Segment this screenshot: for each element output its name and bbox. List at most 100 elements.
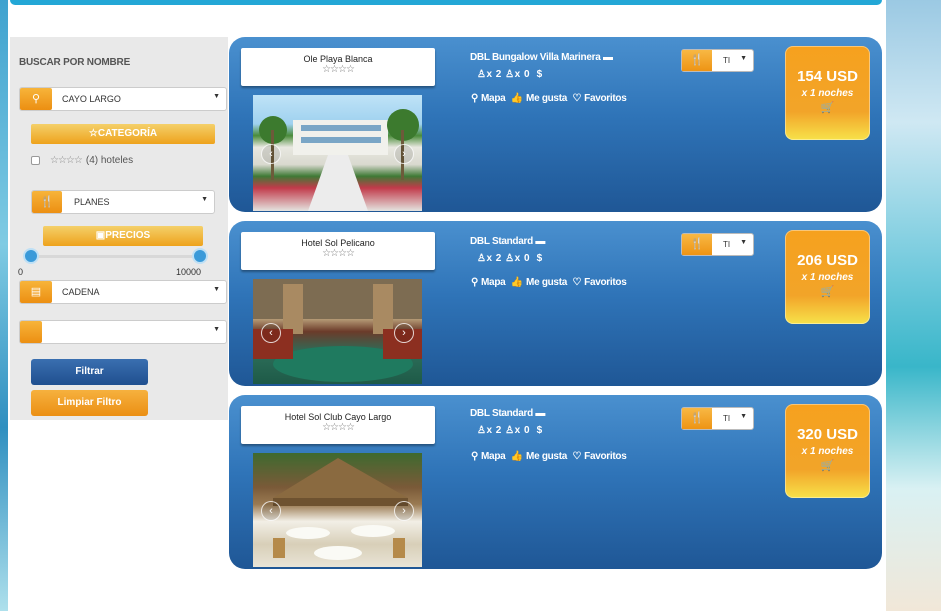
meal-plan-select[interactable]: 🍴 TI ▼: [681, 49, 754, 72]
prices-label: PRECIOS: [105, 230, 151, 241]
plans-select[interactable]: 🍴 PLANES ▼: [31, 190, 215, 214]
price-amount: 206 USD: [797, 252, 858, 269]
hotel-name-box: Hotel Sol Club Cayo Largo ☆☆☆☆: [241, 406, 435, 444]
hotel-links: ⚲ Mapa 👍 Me gusta ♡ Favoritos: [471, 277, 629, 288]
price-slider-max-handle[interactable]: [192, 248, 208, 264]
room-type-label: DBL Standard: [470, 408, 533, 419]
hotel-stars: ☆☆☆☆: [322, 422, 355, 433]
room-type[interactable]: DBL Bungalow Villa Marinera ▬: [470, 52, 613, 63]
map-marker-icon: ⚲: [471, 93, 479, 104]
chevron-down-icon: ▼: [213, 326, 220, 333]
currency-symbol: $: [536, 425, 543, 436]
extra-select[interactable]: ▼: [19, 320, 227, 344]
building-icon: ▤: [20, 281, 52, 303]
child-icon: ♙: [505, 253, 515, 264]
meal-plan-select[interactable]: 🍴 TI ▼: [681, 233, 754, 256]
children-count: x 0: [514, 425, 531, 436]
hotel-name-box: Ole Playa Blanca ☆☆☆☆: [241, 48, 435, 86]
star-icon: ☆: [88, 128, 98, 139]
price-box[interactable]: 206 USD x 1 noches 🛒: [785, 230, 870, 324]
hotel-name[interactable]: Ole Playa Blanca: [241, 48, 435, 64]
select-icon: [20, 321, 42, 343]
chain-value: CADENA: [62, 287, 100, 297]
hotel-stars: ☆☆☆☆: [322, 248, 355, 259]
heart-icon: ♡: [572, 277, 582, 288]
like-link[interactable]: Me gusta: [526, 93, 567, 104]
price-amount: 320 USD: [797, 426, 858, 443]
heart-icon: ♡: [572, 93, 582, 104]
price-box[interactable]: 154 USD x 1 noches 🛒: [785, 46, 870, 140]
hotel-name-box: Hotel Sol Pelicano ☆☆☆☆: [241, 232, 435, 270]
photo-next-button[interactable]: ›: [394, 143, 414, 164]
favorites-link[interactable]: Favoritos: [584, 277, 627, 288]
occupancy: ♙x 2 ♙x 0 $: [477, 425, 543, 436]
category-header: ☆CATEGORÍA: [31, 124, 215, 144]
children-count: x 0: [514, 253, 531, 264]
category-stars: ☆☆☆☆: [50, 155, 83, 166]
photo-prev-button[interactable]: ‹: [261, 323, 281, 344]
hotel-card: Hotel Sol Pelicano ☆☆☆☆ ‹ › DBL Standard…: [229, 221, 882, 386]
chain-select[interactable]: ▤ CADENA ▼: [19, 280, 227, 304]
cart-icon[interactable]: 🛒: [785, 459, 870, 472]
occupancy: ♙x 2 ♙x 0 $: [477, 69, 543, 80]
map-link[interactable]: Mapa: [481, 451, 506, 462]
destination-value: CAYO LARGO: [62, 94, 121, 104]
like-link[interactable]: Me gusta: [526, 277, 567, 288]
favorites-link[interactable]: Favoritos: [584, 451, 627, 462]
category-checkbox[interactable]: [31, 156, 40, 165]
hotel-name[interactable]: Hotel Sol Pelicano: [241, 232, 435, 248]
photo-prev-button[interactable]: ‹: [261, 500, 281, 521]
cart-icon[interactable]: 🛒: [785, 101, 870, 114]
hotel-photo[interactable]: ‹ ›: [253, 279, 422, 384]
hotel-card: Ole Playa Blanca ☆☆☆☆ ‹ › DBL Bungalow V…: [229, 37, 882, 212]
children-count: x 0: [514, 69, 531, 80]
hotel-photo[interactable]: ‹ ›: [253, 95, 422, 211]
category-filter-row: ☆☆☆☆ (4) hoteles: [31, 155, 133, 166]
adults-count: x 2: [486, 69, 502, 80]
destination-select[interactable]: ⚲ CAYO LARGO ▼: [19, 87, 227, 111]
price-slider-track[interactable]: [31, 255, 201, 258]
chevron-down-icon: ▼: [213, 286, 220, 293]
favorites-link[interactable]: Favoritos: [584, 93, 627, 104]
hotel-links: ⚲ Mapa 👍 Me gusta ♡ Favoritos: [471, 451, 629, 462]
clear-filter-button[interactable]: Limpiar Filtro: [31, 390, 148, 416]
bed-icon: ▬: [602, 52, 613, 63]
meal-plan-value: TI: [723, 414, 731, 423]
room-type[interactable]: DBL Standard ▬: [470, 408, 545, 419]
child-icon: ♙: [505, 425, 515, 436]
thumbs-up-icon: 👍: [510, 277, 524, 288]
room-type[interactable]: DBL Standard ▬: [470, 236, 545, 247]
thumbs-up-icon: 👍: [510, 451, 524, 462]
thumbs-up-icon: 👍: [510, 93, 524, 104]
price-nights: x 1 noches: [801, 272, 854, 283]
currency-symbol: $: [536, 69, 543, 80]
map-marker-icon: ⚲: [20, 88, 52, 110]
prices-header: ▣PRECIOS: [43, 226, 203, 246]
room-type-label: DBL Standard: [470, 236, 533, 247]
map-marker-icon: ⚲: [471, 277, 479, 288]
map-link[interactable]: Mapa: [481, 277, 506, 288]
price-slider-min-handle[interactable]: [23, 248, 39, 264]
photo-prev-button[interactable]: ‹: [261, 143, 281, 164]
hotel-photo[interactable]: ‹ ›: [253, 453, 422, 567]
restaurant-icon: 🍴: [682, 234, 712, 255]
filter-button[interactable]: Filtrar: [31, 359, 148, 385]
price-max-label: 10000: [176, 267, 202, 277]
currency-symbol: $: [536, 253, 543, 264]
restaurant-icon: 🍴: [682, 408, 712, 429]
like-link[interactable]: Me gusta: [526, 451, 567, 462]
plans-value: PLANES: [74, 197, 110, 207]
photo-next-button[interactable]: ›: [394, 500, 414, 521]
hotel-name[interactable]: Hotel Sol Club Cayo Largo: [241, 406, 435, 422]
photo-next-button[interactable]: ›: [394, 323, 414, 344]
map-link[interactable]: Mapa: [481, 93, 506, 104]
meal-plan-value: TI: [723, 240, 731, 249]
background-left: [0, 0, 8, 611]
meal-plan-value: TI: [723, 56, 731, 65]
price-box[interactable]: 320 USD x 1 noches 🛒: [785, 404, 870, 498]
meal-plan-select[interactable]: 🍴 TI ▼: [681, 407, 754, 430]
hotel-links: ⚲ Mapa 👍 Me gusta ♡ Favoritos: [471, 93, 629, 104]
cart-icon[interactable]: 🛒: [785, 285, 870, 298]
background-right: [886, 0, 941, 611]
bed-icon: ▬: [535, 236, 546, 247]
